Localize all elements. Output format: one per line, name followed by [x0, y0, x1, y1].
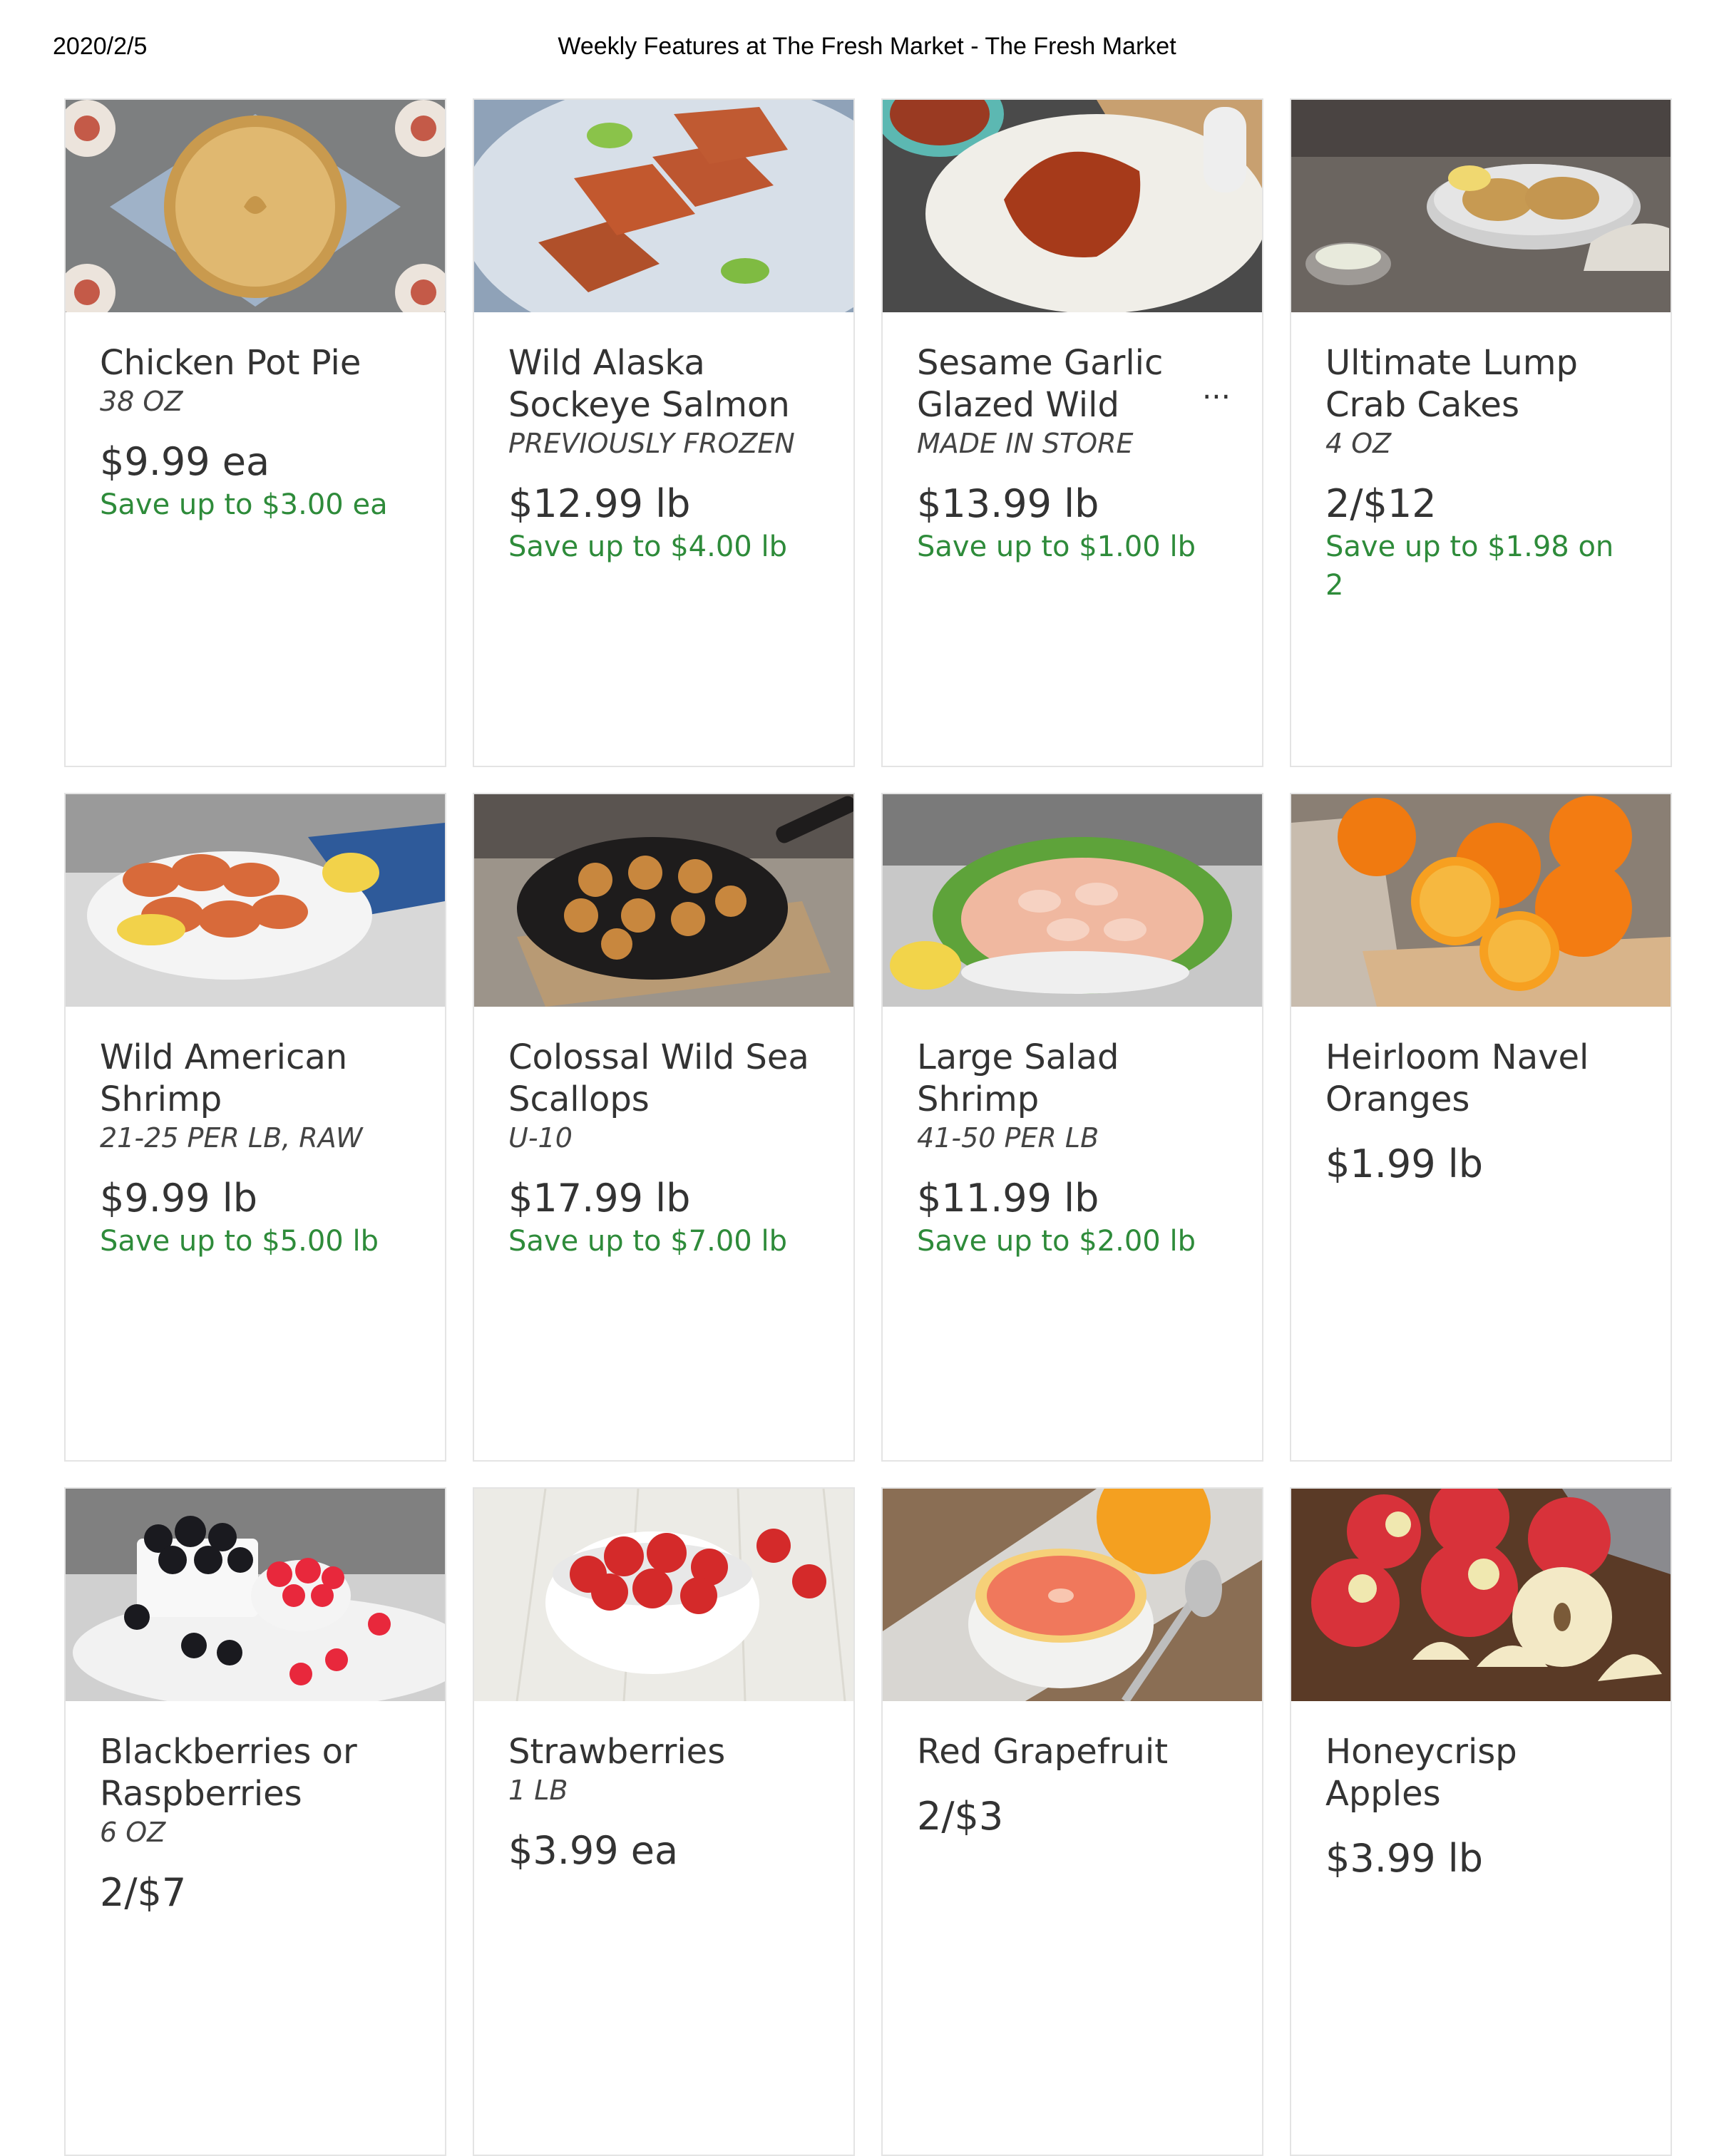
product-name[interactable]: Colossal Wild Sea Scallops [508, 1037, 819, 1121]
product-price: $3.99 ea [508, 1828, 679, 1873]
more-ellipsis: ... [1201, 371, 1231, 406]
product-size: U-10 [508, 1122, 573, 1154]
page-title: Weekly Features at The Fresh Market - Th… [558, 33, 1176, 60]
product-name[interactable]: Sesame Garlic Glazed Wild [917, 342, 1228, 426]
product-price: $1.99 lb [1325, 1141, 1484, 1186]
berries-image[interactable] [66, 1489, 445, 1701]
salmon-image[interactable] [474, 100, 853, 312]
product-card-honeycrisp-apples[interactable]: Honeycrisp Apples $3.99 lb [1290, 1487, 1672, 2156]
product-size: 41-50 PER LB [917, 1122, 1099, 1154]
product-savings: Save up to $2.00 lb [917, 1225, 1196, 1258]
scallops-image[interactable] [474, 794, 853, 1007]
print-header: 2020/2/5 Weekly Features at The Fresh Ma… [0, 0, 1734, 86]
salad-shrimp-image[interactable] [883, 794, 1262, 1007]
product-card-navel-oranges[interactable]: Heirloom Navel Oranges $1.99 lb [1290, 793, 1672, 1462]
chicken-pot-pie-image[interactable] [66, 100, 445, 312]
product-savings: Save up to $3.00 ea [100, 488, 388, 521]
product-card-strawberries[interactable]: Strawberries 1 LB $3.99 ea [473, 1487, 855, 2156]
product-name[interactable]: Ultimate Lump Crab Cakes [1325, 342, 1636, 426]
product-card-blackberries-raspberries[interactable]: Blackberries or Raspberries 6 OZ 2/$7 [64, 1487, 446, 2156]
product-price: $13.99 lb [917, 481, 1099, 526]
product-price: 2/$7 [100, 1870, 187, 1915]
product-savings: Save up to $7.00 lb [508, 1225, 787, 1258]
product-savings: Save up to $5.00 lb [100, 1225, 379, 1258]
product-price: $9.99 lb [100, 1176, 258, 1221]
product-name[interactable]: Wild American Shrimp [100, 1037, 411, 1121]
grapefruit-image[interactable] [883, 1489, 1262, 1701]
product-name[interactable]: Strawberries [508, 1731, 819, 1773]
product-size: MADE IN STORE [917, 428, 1134, 459]
product-price: $17.99 lb [508, 1176, 691, 1221]
product-size: 4 OZ [1325, 428, 1392, 459]
product-size: 21-25 PER LB, RAW [100, 1122, 363, 1154]
product-card-sea-scallops[interactable]: Colossal Wild Sea Scallops U-10 $17.99 l… [473, 793, 855, 1462]
product-name[interactable]: Large Salad Shrimp [917, 1037, 1228, 1121]
product-price: $9.99 ea [100, 439, 270, 484]
glazed-fish-image[interactable] [883, 100, 1262, 312]
shrimp-image[interactable] [66, 794, 445, 1007]
product-card-crab-cakes[interactable]: Ultimate Lump Crab Cakes 4 OZ 2/$12 Save… [1290, 98, 1672, 767]
product-size: 1 LB [508, 1775, 568, 1806]
product-savings: Save up to $1.00 lb [917, 530, 1196, 563]
oranges-image[interactable] [1291, 794, 1671, 1007]
product-price: 2/$12 [1325, 481, 1437, 526]
product-name[interactable]: Heirloom Navel Oranges [1325, 1037, 1636, 1121]
product-savings: Save up to $1.98 on 2 [1325, 530, 1614, 602]
product-name[interactable]: Blackberries or Raspberries [100, 1731, 411, 1815]
product-card-large-salad-shrimp[interactable]: Large Salad Shrimp 41-50 PER LB $11.99 l… [881, 793, 1263, 1462]
product-savings: Save up to $4.00 lb [508, 530, 787, 563]
product-name[interactable]: Honeycrisp Apples [1325, 1731, 1636, 1815]
product-card-chicken-pot-pie[interactable]: Chicken Pot Pie 38 OZ $9.99 ea Save up t… [64, 98, 446, 767]
product-size: 6 OZ [100, 1817, 166, 1848]
product-name[interactable]: Red Grapefruit [917, 1731, 1228, 1773]
apples-image[interactable] [1291, 1489, 1671, 1701]
product-price: $3.99 lb [1325, 1836, 1484, 1881]
product-card-sockeye-salmon[interactable]: Wild Alaska Sockeye Salmon PREVIOUSLY FR… [473, 98, 855, 767]
product-size: 38 OZ [100, 386, 183, 417]
product-card-wild-american-shrimp[interactable]: Wild American Shrimp 21-25 PER LB, RAW $… [64, 793, 446, 1462]
product-price: $11.99 lb [917, 1176, 1099, 1221]
product-name[interactable]: Chicken Pot Pie [100, 342, 411, 384]
product-size: PREVIOUSLY FROZEN [508, 428, 795, 459]
product-grid: Chicken Pot Pie 38 OZ $9.99 ea Save up t… [64, 98, 1672, 2156]
crab-cakes-image[interactable] [1291, 100, 1671, 312]
product-price: 2/$3 [917, 1794, 1004, 1839]
product-price: $12.99 lb [508, 481, 691, 526]
product-name[interactable]: Wild Alaska Sockeye Salmon [508, 342, 819, 426]
product-card-sesame-garlic-glazed[interactable]: Sesame Garlic Glazed Wild ... MADE IN ST… [881, 98, 1263, 767]
product-card-red-grapefruit[interactable]: Red Grapefruit 2/$3 [881, 1487, 1263, 2156]
strawberries-image[interactable] [474, 1489, 853, 1701]
